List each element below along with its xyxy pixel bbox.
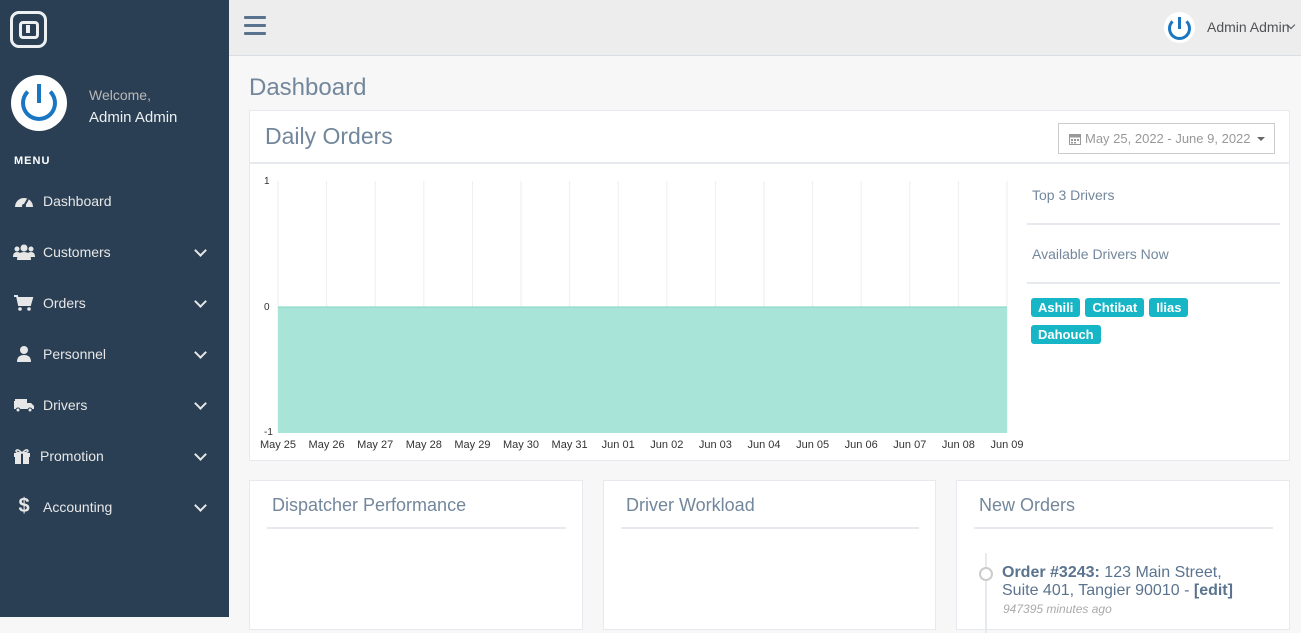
sidebar-item-label: Customers [43, 243, 111, 260]
series-area [278, 307, 1007, 433]
edit-order-link[interactable]: [edit] [1194, 582, 1233, 599]
caret-down-icon [1256, 136, 1265, 141]
sidebar-item-promotion[interactable]: Promotion [0, 430, 229, 481]
welcome-text: Welcome, [89, 87, 151, 103]
chevron-down-icon [194, 295, 207, 308]
divider [267, 527, 566, 529]
cart-icon [13, 293, 35, 313]
app-logo-icon[interactable] [10, 11, 47, 48]
menu-toggle-icon[interactable] [244, 16, 266, 36]
date-range-picker[interactable]: May 25, 2022 - June 9, 2022 [1058, 123, 1275, 154]
chevron-down-icon [194, 244, 207, 257]
sidebar-item-label: Personnel [43, 345, 107, 362]
y-tick-label: -1 [264, 427, 273, 438]
y-tick-label: 1 [264, 176, 270, 187]
power-icon [1164, 12, 1195, 43]
x-tick-label: Jun 08 [942, 439, 975, 451]
sidebar-item-personnel[interactable]: Personnel [0, 328, 229, 379]
order-entry: Order #3243: 123 Main Street, Suite 401,… [1002, 564, 1252, 600]
x-tick-label: Jun 09 [990, 439, 1023, 451]
chevron-down-icon [194, 448, 207, 461]
driver-badge[interactable]: Dahouch [1031, 325, 1101, 344]
sidebar-item-label: Promotion [40, 447, 104, 464]
divider [974, 527, 1273, 529]
driver-badge[interactable]: Ashili [1031, 298, 1081, 317]
x-tick-label: Jun 07 [893, 439, 926, 451]
timeline-line [985, 553, 987, 633]
sidebar-item-label: Dashboard [43, 192, 112, 209]
sidebar-item-label: Accounting [43, 498, 113, 515]
x-tick-label: Jun 02 [650, 439, 683, 451]
card-title: Driver Workload [626, 495, 755, 515]
dollar-icon: $ [18, 495, 30, 517]
x-tick-label: Jun 03 [699, 439, 732, 451]
truck-icon [13, 395, 35, 415]
profile-name: Admin Admin [89, 109, 178, 126]
calendar-icon [1069, 133, 1081, 145]
sidebar-item-drivers[interactable]: Drivers [0, 379, 229, 430]
user-icon [13, 344, 35, 364]
user-avatar[interactable] [1164, 12, 1195, 43]
chevron-down-icon [194, 499, 207, 512]
chevron-down-icon [194, 397, 207, 410]
sidebar-item-label: Orders [43, 294, 86, 311]
x-tick-label: May 30 [503, 439, 539, 451]
driver-workload-card: Driver Workload [603, 480, 936, 630]
sidebar-item-customers[interactable]: Customers [0, 226, 229, 277]
available-drivers-link[interactable]: Available Drivers Now [1027, 225, 1280, 284]
sidebar-item-orders[interactable]: Orders [0, 277, 229, 328]
panel-title: Daily Orders [265, 123, 393, 149]
sidebar: Welcome, Admin Admin MENU Dashboard Cust… [0, 0, 229, 617]
top-navbar: Admin Admin [229, 0, 1301, 56]
x-tick-label: May 27 [357, 439, 393, 451]
page-title: Dashboard [249, 74, 367, 101]
x-tick-label: Jun 04 [747, 439, 780, 451]
sidebar-item-accounting[interactable]: $ Accounting [0, 481, 229, 532]
timeline-dot [979, 567, 993, 581]
x-tick-label: Jun 06 [845, 439, 878, 451]
card-title: Dispatcher Performance [272, 495, 467, 515]
x-tick-label: May 31 [552, 439, 588, 451]
user-menu-toggle[interactable]: Admin Admin [1207, 19, 1289, 35]
power-icon [11, 75, 67, 131]
daily-orders-chart: 1 0 -1May 25 May 26 May 27 May 28 May 29 May 30… [260, 176, 1024, 451]
x-tick-label: May 25 [260, 439, 296, 451]
divider [250, 162, 1289, 164]
x-tick-label: Jun 05 [796, 439, 829, 451]
dispatcher-performance-card: Dispatcher Performance [249, 480, 583, 630]
x-tick-label: May 28 [406, 439, 442, 451]
order-number: Order #3243: [1002, 564, 1100, 581]
driver-badge[interactable]: Chtibat [1085, 298, 1145, 317]
chevron-down-icon [194, 346, 207, 359]
menu-title: MENU [14, 155, 51, 167]
order-time: 947395 minutes ago [1003, 602, 1112, 616]
profile-avatar [11, 75, 67, 131]
driver-badge[interactable]: Ilias [1149, 298, 1189, 317]
card-title: New Orders [979, 495, 1076, 515]
users-icon [13, 242, 35, 262]
y-tick-label: 0 [264, 302, 270, 313]
sidebar-item-dashboard[interactable]: Dashboard [0, 175, 229, 226]
new-orders-card: New Orders Order #3243: 123 Main Street,… [956, 480, 1290, 633]
drivers-info: Top 3 Drivers Available Drivers Now [1027, 166, 1280, 284]
divider [621, 527, 919, 529]
date-range-text: May 25, 2022 - June 9, 2022 [1085, 131, 1251, 146]
daily-orders-panel: Daily Orders May 25, 2022 - June 9, 2022… [249, 110, 1290, 461]
sidebar-nav: Dashboard Customers Orders Personnel Dri… [0, 175, 229, 532]
gift-icon [11, 446, 33, 466]
sidebar-item-label: Drivers [43, 396, 88, 413]
x-tick-label: Jun 01 [602, 439, 635, 451]
x-tick-label: May 29 [454, 439, 490, 451]
driver-badges: Ashili Chtibat Ilias Dahouch [1031, 298, 1231, 352]
dashboard-icon [13, 191, 35, 211]
top-drivers-link[interactable]: Top 3 Drivers [1027, 166, 1280, 225]
x-tick-label: May 26 [309, 439, 345, 451]
